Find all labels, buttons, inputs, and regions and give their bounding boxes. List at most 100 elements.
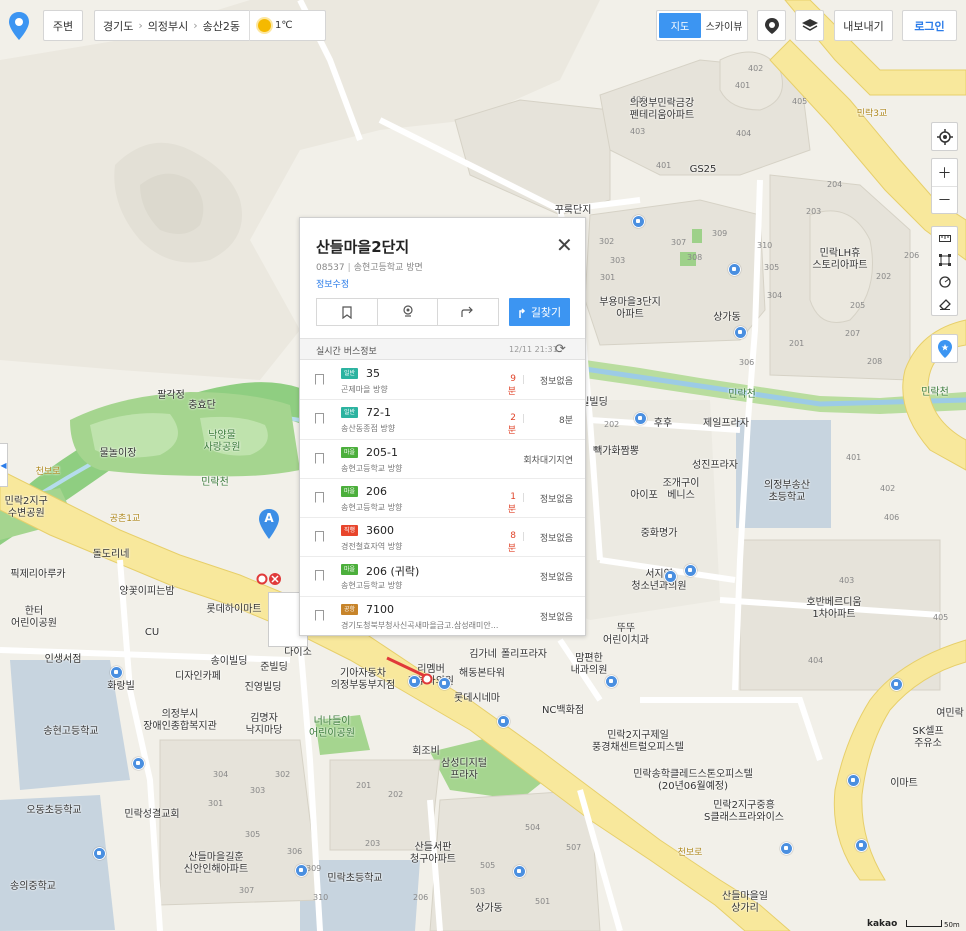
bus-stop-icon[interactable] <box>847 774 860 787</box>
bookmark-button[interactable] <box>317 299 377 325</box>
map-label[interactable]: 이마트 <box>888 778 920 790</box>
map-label[interactable]: 민락송학클레드스톤오피스텔 (20년06월예정) <box>625 769 762 793</box>
map-label[interactable]: 민락LH휴 스토리아파트 <box>809 248 872 272</box>
bus-stop-icon[interactable] <box>513 865 526 878</box>
sidebar-toggle-button[interactable]: ◀ <box>0 443 8 487</box>
map-label[interactable]: 민락천 <box>919 387 951 399</box>
zoom-control[interactable]: ＋ － <box>931 158 958 214</box>
map-label[interactable]: 호반베르디움 1차아파트 <box>803 597 866 621</box>
map-label[interactable]: 조개구이 베니스 <box>660 478 702 502</box>
bus-stop-icon[interactable] <box>93 847 106 860</box>
map-label[interactable]: 회조비 <box>410 746 442 758</box>
map-label[interactable]: 상가동 <box>711 312 743 324</box>
map-label[interactable]: 민락2지구 수변공원 <box>0 496 53 520</box>
map-label[interactable]: 김가네 <box>467 649 499 661</box>
map-label[interactable]: GS25 <box>682 164 724 176</box>
bus-number[interactable]: 205-1 <box>366 446 398 459</box>
map-label[interactable]: 산들서판 청구아파트 <box>407 842 460 866</box>
region-district[interactable]: 송산2동 <box>203 18 240 34</box>
map-logo-button[interactable] <box>5 10 33 41</box>
export-button[interactable]: 내보내기 <box>834 10 893 41</box>
bookmark-icon[interactable] <box>315 531 324 543</box>
map-label[interactable]: 롯데하이마트 <box>203 604 266 616</box>
bus-stop-icon[interactable] <box>684 564 697 577</box>
bus-row[interactable]: 공항 7100 경기도청북부청사신곡새마을금고.삼성래미안... 정보없음 <box>300 597 585 635</box>
map-label[interactable]: 물놀이장 <box>97 448 139 460</box>
map-label[interactable]: 꾸룩단지 <box>552 205 594 217</box>
map-label[interactable]: 다이소 <box>282 647 314 659</box>
map-type-map[interactable]: 지도 <box>659 13 701 38</box>
map-label[interactable]: 중화명가 <box>638 528 680 540</box>
region-city[interactable]: 의정부시 <box>148 18 188 34</box>
bus-stop-icon[interactable] <box>728 263 741 276</box>
map-label[interactable]: 삼성디지털 프라자 <box>438 758 491 782</box>
map-label[interactable]: 민락2지구중흥 S클래스프라와이스 <box>697 800 792 824</box>
bookmark-icon[interactable] <box>315 374 324 385</box>
bus-number[interactable]: 206 (귀락) <box>366 563 419 579</box>
bus-stop-icon[interactable] <box>632 215 645 228</box>
map-label[interactable]: 천보로 <box>674 847 706 859</box>
bus-row[interactable]: 일반 35 곤제마을 방향 9분 정보없음 <box>300 361 585 401</box>
bus-stop-icon[interactable] <box>605 675 618 688</box>
map-label[interactable]: 산들마을길훈 신안인해아파트 <box>179 852 253 876</box>
bookmark-icon[interactable] <box>315 609 324 621</box>
bus-stop-icon[interactable] <box>890 678 903 691</box>
refresh-icon[interactable]: ⟳ <box>555 342 566 357</box>
map-label[interactable]: 디자인카페 <box>172 671 225 683</box>
bookmark-icon[interactable] <box>315 491 324 503</box>
bus-number[interactable]: 35 <box>366 367 380 380</box>
map-label[interactable]: 팔각정 <box>155 390 187 402</box>
map-label[interactable]: 송의중학교 <box>7 881 60 893</box>
map-label[interactable]: 민락초등학교 <box>324 873 387 885</box>
bus-stop-icon[interactable] <box>497 715 510 728</box>
bus-number[interactable]: 3600 <box>366 524 394 537</box>
bus-stop-icon[interactable] <box>780 842 793 855</box>
directions-button[interactable]: 길찾기 <box>509 298 570 326</box>
map-label[interactable]: 낙양물 사랑공원 <box>201 430 243 454</box>
close-icon[interactable]: ✕ <box>556 235 573 255</box>
map-label[interactable]: 서지영 청소년과의원 <box>628 569 691 593</box>
selected-stop-icon[interactable] <box>255 571 285 591</box>
map-label[interactable]: 천보로 <box>32 466 64 478</box>
bus-number[interactable]: 7100 <box>366 603 394 616</box>
map-label[interactable]: 의정부시 장애인종합복지관 <box>138 709 222 733</box>
map-type-skyview[interactable]: 스카이뷰 <box>703 13 745 38</box>
map-label[interactable]: 민락천 <box>726 389 758 401</box>
zoom-out-button[interactable]: － <box>932 186 957 213</box>
roadview-stop-button[interactable] <box>376 299 438 325</box>
map-label[interactable]: 충효단 <box>186 400 218 412</box>
nearby-button[interactable]: 주변 <box>43 10 83 41</box>
map-label[interactable]: 제일프라자 <box>700 418 753 430</box>
map-label[interactable]: 후후 <box>653 418 674 430</box>
area-icon[interactable] <box>932 249 957 271</box>
bus-number[interactable]: 206 <box>366 485 387 498</box>
map-tools[interactable] <box>931 226 958 316</box>
map-label[interactable]: 공촌1교 <box>104 513 146 525</box>
weather-widget[interactable]: 1℃ <box>249 10 293 41</box>
bus-row[interactable]: 마을 205-1 송현고등학교 방향 회차대기지연 <box>300 440 585 479</box>
map-label[interactable]: 김명자 낙지마당 <box>243 713 285 737</box>
bookmark-icon[interactable] <box>315 413 324 425</box>
bus-stop-icon[interactable] <box>132 757 145 770</box>
map-label[interactable]: 해동본타워 <box>456 668 509 680</box>
edit-info-link[interactable]: 정보수정 <box>316 277 349 290</box>
map-label[interactable]: 화랑빌 <box>105 681 137 693</box>
map-label[interactable]: 의정부송산 초등학교 <box>761 480 814 504</box>
bus-stop-icon[interactable] <box>110 666 123 679</box>
ruler-icon[interactable] <box>932 227 957 249</box>
map-label[interactable]: 돌도리네 <box>90 549 132 561</box>
region-breadcrumb[interactable]: 경기도 › 의정부시 › 송산2동 1℃ <box>94 10 326 41</box>
map-label[interactable]: 여민락 <box>934 708 966 720</box>
layers-button[interactable] <box>795 10 824 41</box>
region-province[interactable]: 경기도 <box>103 18 133 34</box>
map-type-toggle[interactable]: 지도 스카이뷰 <box>656 10 748 41</box>
map-label[interactable]: 민락3교 <box>851 108 893 120</box>
my-location-button[interactable] <box>931 122 958 151</box>
map-label[interactable]: 맘편한 내과의원 <box>568 653 610 677</box>
map-label[interactable]: 부용마을3단지 아파트 <box>593 297 667 321</box>
map-label[interactable]: 빽가화짬뽕 <box>590 446 643 458</box>
map-label[interactable]: CU <box>142 627 163 639</box>
map-label[interactable]: 준빌딩 <box>258 662 290 674</box>
bus-row[interactable]: 일반 72-1 송산동종점 방향 2분 8분 <box>300 400 585 440</box>
map-label[interactable]: 민락성결교회 <box>121 809 184 821</box>
